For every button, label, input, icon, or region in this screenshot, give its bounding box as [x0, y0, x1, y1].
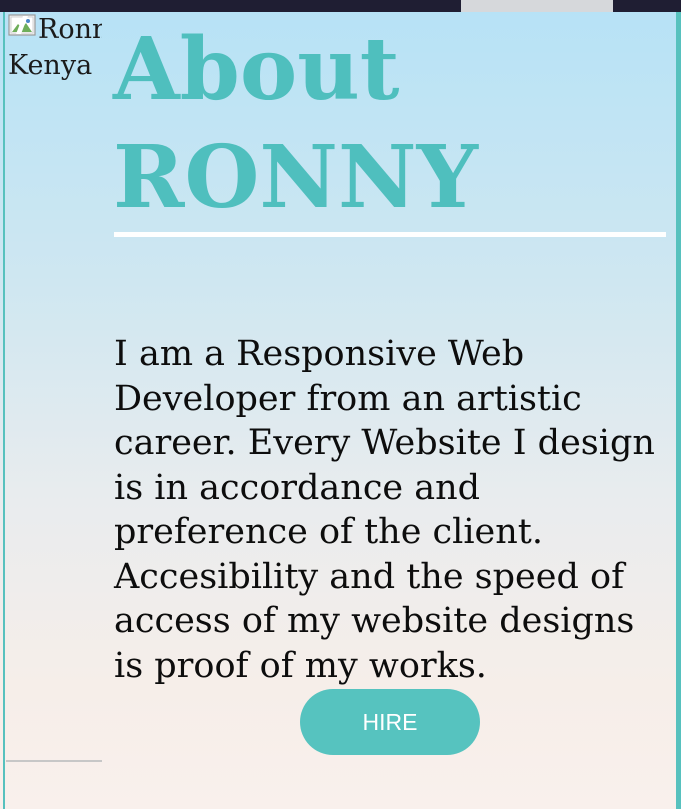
bio-paragraph: I am a Responsive Web Developer from an …: [114, 334, 655, 686]
title-line-name: RONNY: [113, 127, 478, 228]
title-line-about: About: [113, 19, 400, 120]
alt-text-line2: Kenya: [8, 50, 93, 81]
profile-photo: Ronny Kenya: [6, 12, 102, 762]
alt-text-line1: Ronny: [38, 14, 102, 45]
profile-photo-alt-text: Ronny Kenya: [8, 12, 102, 84]
title-divider: [114, 232, 666, 237]
page-title: About RONNY: [113, 16, 478, 232]
browser-top-bar: [0, 0, 681, 12]
left-border-rule: [3, 12, 5, 809]
hire-button[interactable]: HIRE: [300, 689, 480, 755]
right-border-rule: [676, 12, 681, 809]
browser-active-tab[interactable]: [461, 0, 613, 12]
